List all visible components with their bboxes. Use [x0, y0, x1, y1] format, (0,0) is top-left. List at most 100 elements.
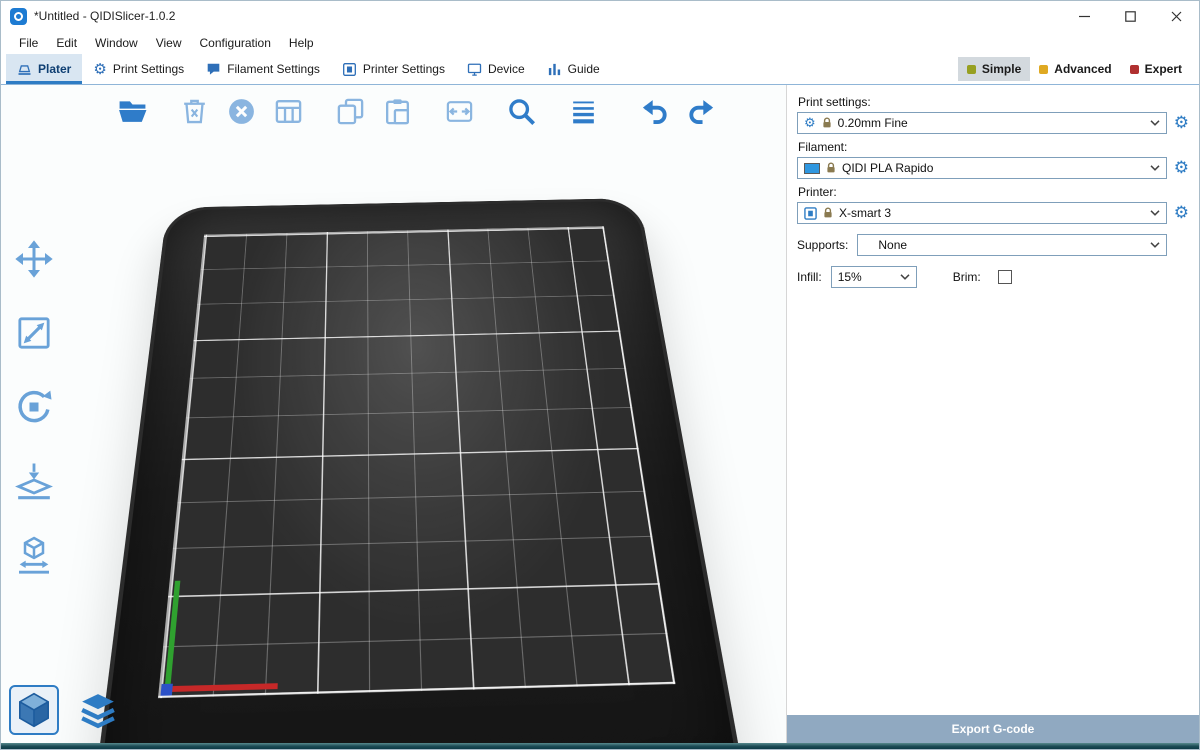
plater-icon [17, 62, 32, 77]
gizmo-toolbar [10, 237, 58, 577]
device-icon [467, 62, 482, 77]
brim-checkbox[interactable] [998, 270, 1012, 284]
search-button[interactable] [502, 92, 540, 130]
gear-icon: ⚙ [93, 60, 106, 78]
mode-simple[interactable]: Simple [958, 57, 1030, 81]
3d-editor-view-button[interactable] [9, 685, 59, 735]
mode-expert[interactable]: Expert [1121, 57, 1191, 81]
delete-button[interactable] [175, 92, 213, 130]
tab-label: Filament Settings [227, 62, 320, 76]
printer-value: X-smart 3 [839, 206, 891, 220]
menu-edit[interactable]: Edit [47, 34, 86, 52]
sliced-layers-icon [78, 690, 118, 730]
circle-x-icon [226, 96, 257, 127]
tab-label: Device [488, 62, 525, 76]
redo-arrow-icon [686, 96, 717, 127]
plater-3d-viewport[interactable] [1, 85, 786, 743]
advanced-mode-dot-icon [1039, 65, 1048, 74]
print-settings-value: 0.20mm Fine [838, 116, 908, 130]
tab-device[interactable]: Device [456, 54, 536, 84]
tab-guide[interactable]: Guide [536, 54, 611, 84]
copy-button[interactable] [331, 92, 369, 130]
rotate-tool-button[interactable] [10, 385, 58, 429]
menu-configuration[interactable]: Configuration [191, 34, 280, 52]
printer-combo[interactable]: X-smart 3 [797, 202, 1167, 224]
brim-label: Brim: [953, 270, 981, 284]
mode-label: Expert [1145, 62, 1182, 76]
preview-view-button[interactable] [73, 685, 123, 735]
supports-label: Supports: [797, 238, 848, 252]
mode-advanced[interactable]: Advanced [1030, 57, 1120, 81]
chevron-down-icon [1150, 165, 1160, 171]
variable-layer-height-button[interactable] [564, 92, 602, 130]
move-icon [14, 239, 54, 279]
open-folder-icon [117, 96, 148, 127]
delete-all-button[interactable] [222, 92, 260, 130]
printer-icon [342, 62, 357, 77]
right-panel: Print settings: ⚙ 0.20mm Fine ⚙ Filament… [786, 85, 1199, 743]
layer-height-icon [568, 96, 599, 127]
print-settings-gear-button[interactable]: ⚙ [1174, 115, 1189, 132]
print-bed [101, 185, 721, 743]
chevron-down-icon [1150, 210, 1160, 216]
move-tool-button[interactable] [10, 237, 58, 281]
undo-button[interactable] [635, 92, 673, 130]
measure-icon [14, 535, 54, 575]
minimize-button[interactable] [1061, 1, 1107, 31]
app-logo-icon [10, 8, 27, 25]
printer-gear-button[interactable]: ⚙ [1174, 205, 1189, 222]
paste-icon [382, 96, 413, 127]
arrange-button[interactable] [269, 92, 307, 130]
filament-value: QIDI PLA Rapido [842, 161, 933, 175]
expert-mode-dot-icon [1130, 65, 1139, 74]
window-title: *Untitled - QIDISlicer-1.0.2 [34, 9, 175, 23]
mode-label: Simple [982, 62, 1021, 76]
tab-printer-settings[interactable]: Printer Settings [331, 54, 456, 84]
print-settings-combo[interactable]: ⚙ 0.20mm Fine [797, 112, 1167, 134]
open-button[interactable] [113, 92, 151, 130]
app-window: *Untitled - QIDISlicer-1.0.2 File Edit W… [0, 0, 1200, 750]
printer-icon [804, 207, 817, 220]
filament-gear-button[interactable]: ⚙ [1174, 160, 1189, 177]
redo-button[interactable] [682, 92, 720, 130]
bed-plate-grid [158, 226, 676, 698]
axis-origin-indicator [160, 684, 172, 696]
scale-tool-button[interactable] [10, 311, 58, 355]
place-on-face-icon [14, 461, 54, 501]
export-gcode-button[interactable]: Export G-code [787, 715, 1199, 743]
tab-plater[interactable]: Plater [6, 54, 82, 84]
tab-print-settings[interactable]: ⚙ Print Settings [82, 54, 195, 84]
chevron-down-icon [900, 274, 910, 280]
viewport-bottom-gradient [1, 743, 1199, 749]
search-icon [506, 96, 537, 127]
place-on-face-tool-button[interactable] [10, 459, 58, 503]
chevron-down-icon [1150, 120, 1160, 126]
close-icon [1171, 11, 1182, 22]
paste-button[interactable] [378, 92, 416, 130]
maximize-icon [1125, 11, 1136, 22]
bed-tray [90, 198, 749, 743]
measure-tool-button[interactable] [10, 533, 58, 577]
maximize-button[interactable] [1107, 1, 1153, 31]
infill-combo[interactable]: 15% [831, 266, 917, 288]
menu-window[interactable]: Window [86, 34, 147, 52]
filament-color-swatch [804, 163, 820, 174]
menu-file[interactable]: File [10, 34, 47, 52]
title-bar: *Untitled - QIDISlicer-1.0.2 [1, 1, 1199, 31]
tab-label: Guide [568, 62, 600, 76]
arrange-grid-icon [273, 96, 304, 127]
object-toolbar [113, 92, 729, 130]
split-objects-button[interactable] [440, 92, 478, 130]
trash-icon [179, 96, 210, 127]
tab-bar: Plater ⚙ Print Settings Filament Setting… [1, 54, 1199, 85]
close-button[interactable] [1153, 1, 1199, 31]
menu-view[interactable]: View [147, 34, 191, 52]
menu-help[interactable]: Help [280, 34, 323, 52]
filament-icon [206, 62, 221, 77]
supports-combo[interactable]: None [857, 234, 1167, 256]
print-settings-label: Print settings: [798, 95, 1189, 109]
filament-combo[interactable]: QIDI PLA Rapido [797, 157, 1167, 179]
tab-filament-settings[interactable]: Filament Settings [195, 54, 331, 84]
tab-label: Printer Settings [363, 62, 445, 76]
split-arrows-icon [444, 96, 475, 127]
